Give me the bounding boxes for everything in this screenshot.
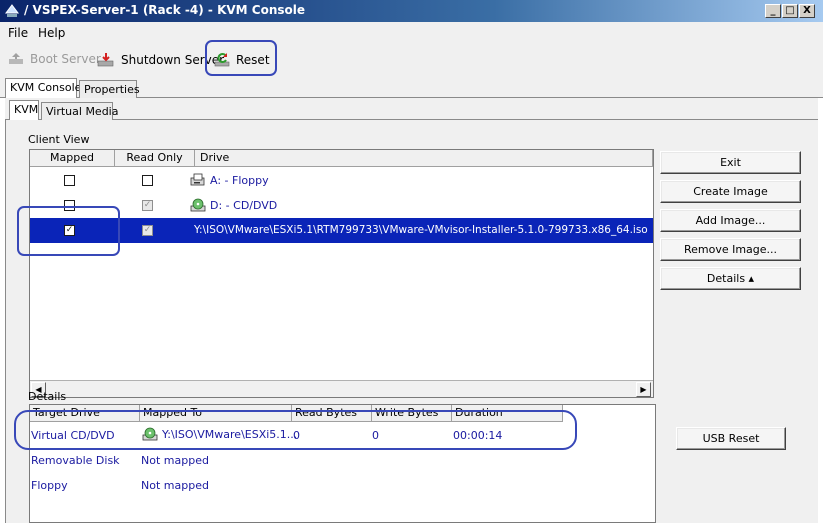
mapped-checkbox[interactable] — [64, 175, 75, 186]
create-image-button[interactable]: Create Image — [660, 180, 801, 203]
boot-server-label: Boot Server — [30, 52, 101, 66]
details-toggle-button[interactable]: Details ▴ — [660, 267, 801, 290]
client-view-label: Client View — [28, 133, 90, 146]
close-button[interactable]: X — [799, 4, 815, 18]
add-image-button[interactable]: Add Image... — [660, 209, 801, 232]
drive-row-floppy[interactable]: A: - Floppy — [30, 168, 653, 193]
toolbar: Boot Server Shutdown Server Reset — [0, 44, 823, 76]
shutdown-server-label: Shutdown Server — [121, 53, 225, 67]
detail-target-drive: Removable Disk — [31, 454, 120, 467]
detail-read-bytes: 0 — [293, 429, 300, 442]
cd-drive-icon — [190, 198, 206, 212]
menu-file[interactable]: File — [8, 26, 28, 40]
read-only-checkbox: ✓ — [142, 200, 153, 211]
column-header-read-only[interactable]: Read Only — [115, 150, 195, 167]
usb-reset-button[interactable]: USB Reset — [676, 427, 786, 450]
drive-cell: Y:\ISO\VMware\ESXi5.1\RTM799733\VMware-V… — [190, 223, 650, 237]
reset-icon — [214, 53, 230, 67]
menu-help[interactable]: Help — [38, 26, 65, 40]
drive-cell: D: - CD/DVD — [190, 198, 277, 212]
detail-duration: 00:00:14 — [453, 429, 503, 442]
boot-server-button[interactable]: Boot Server — [8, 52, 101, 66]
boot-server-icon — [9, 53, 23, 64]
detail-write-bytes: 0 — [372, 429, 379, 442]
detail-target-drive: Floppy — [31, 479, 68, 492]
drive-label: D: - CD/DVD — [210, 198, 278, 212]
mapped-checkbox[interactable] — [64, 200, 75, 211]
detail-mapped-to-text: Y:\ISO\VMware\ESXi5.1... — [162, 427, 298, 441]
kvm-app-icon — [5, 4, 19, 17]
column-header-read-bytes[interactable]: Read Bytes — [292, 405, 372, 422]
column-header-mapped[interactable]: Mapped — [30, 150, 115, 167]
menu-bar: File Help — [0, 22, 823, 44]
minimize-button[interactable]: _ — [765, 4, 781, 18]
title-bar: / VSPEX-Server-1 (Rack -4) - KVM Console… — [0, 0, 823, 22]
detail-mapped-to: Y:\ISO\VMware\ESXi5.1... — [142, 427, 297, 441]
drive-cell: A: - Floppy — [190, 173, 269, 187]
sub-tab-strip: KVM Virtual Media — [5, 98, 818, 121]
column-header-write-bytes[interactable]: Write Bytes — [372, 405, 452, 422]
maximize-button[interactable]: □ — [782, 4, 798, 18]
remove-image-button[interactable]: Remove Image... — [660, 238, 801, 261]
details-table: Target Drive Mapped To Read Bytes Write … — [29, 404, 656, 523]
top-tab-strip: KVM Console Properties — [0, 76, 823, 99]
tab-kvm-console[interactable]: KVM Console — [5, 78, 81, 99]
column-header-target-drive[interactable]: Target Drive — [30, 405, 140, 422]
detail-target-drive: Virtual CD/DVD — [31, 429, 115, 442]
exit-button[interactable]: Exit — [660, 151, 801, 174]
tab-properties[interactable]: Properties — [79, 80, 140, 98]
reset-button[interactable]: Reset — [214, 52, 270, 68]
drive-row-iso-image[interactable]: ✓ ✓ Y:\ISO\VMware\ESXi5.1\RTM799733\VMwa… — [30, 218, 653, 243]
drive-row-cd-dvd[interactable]: ✓ D: - CD/DVD — [30, 193, 653, 218]
column-header-duration[interactable]: Duration — [452, 405, 563, 422]
mapped-checkbox[interactable]: ✓ — [64, 225, 75, 236]
read-only-checkbox: ✓ — [142, 225, 153, 236]
column-header-mapped-to[interactable]: Mapped To — [140, 405, 292, 422]
shutdown-server-icon — [97, 53, 114, 67]
shutdown-server-button[interactable]: Shutdown Server — [97, 52, 224, 68]
tab-kvm[interactable]: KVM — [9, 100, 39, 121]
column-header-drive[interactable]: Drive — [195, 150, 653, 167]
tab-virtual-media[interactable]: Virtual Media — [41, 102, 118, 120]
drive-label: Y:\ISO\VMware\ESXi5.1\RTM799733\VMware-V… — [194, 224, 650, 236]
details-label: Details — [28, 390, 67, 403]
scroll-right-arrow-icon[interactable]: ▶ — [636, 382, 651, 397]
drive-label: A: - Floppy — [210, 173, 269, 187]
horizontal-scrollbar[interactable]: ◀ ▶ — [30, 380, 653, 397]
reset-label: Reset — [236, 53, 270, 67]
window-title: / VSPEX-Server-1 (Rack -4) - KVM Console — [24, 3, 306, 17]
detail-mapped-to: Not mapped — [141, 454, 209, 467]
client-view-table: Mapped Read Only Drive A: - Floppy ✓ D: … — [29, 149, 654, 398]
floppy-drive-icon — [190, 173, 205, 186]
read-only-checkbox[interactable] — [142, 175, 153, 186]
detail-mapped-to: Not mapped — [141, 479, 209, 492]
cd-drive-icon — [142, 427, 158, 441]
virtual-media-panel: Client View Mapped Read Only Drive A: - … — [5, 120, 818, 523]
